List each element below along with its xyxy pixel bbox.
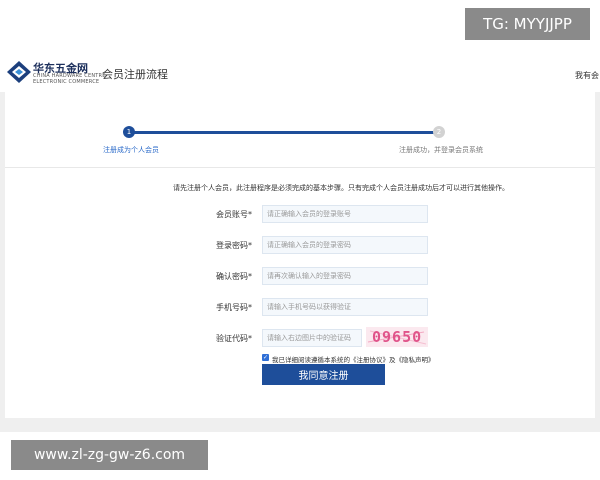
step-2-indicator: 2 xyxy=(433,126,445,138)
divider xyxy=(5,167,595,168)
watermark-bottom: www.zl-zg-gw-z6.com xyxy=(11,440,208,470)
page-title: 会员注册流程 xyxy=(102,68,168,81)
site-header: 华东五金网 CHINA HARDWARE CENTRE ELECTRONIC C… xyxy=(0,52,600,92)
logo-subtitle-line2: ELECTRONIC COMMERCE xyxy=(33,79,100,85)
phone-input[interactable] xyxy=(262,298,428,316)
site-logo-icon[interactable] xyxy=(6,60,32,84)
register-button[interactable]: 我同意注册 xyxy=(262,364,385,385)
captcha-image[interactable]: 09650 xyxy=(366,327,428,347)
progress-bar xyxy=(129,131,439,134)
step-2-label: 注册成功，并登录会员系统 xyxy=(399,146,483,154)
step-1-indicator: 1 xyxy=(123,126,135,138)
captcha-text: 09650 xyxy=(372,328,423,346)
phone-label: 手机号码* xyxy=(216,303,252,312)
agree-checkbox[interactable]: ✓ xyxy=(262,354,269,361)
step-1-label: 注册成为个人会员 xyxy=(103,146,159,154)
registration-notice: 请先注册个人会员，此注册程序是必须完成的基本步骤。只有完成个人会员注册成功后才可… xyxy=(173,184,509,192)
login-link[interactable]: 我有会 xyxy=(575,70,599,81)
account-label: 会员账号* xyxy=(216,210,252,219)
captcha-label: 验证代码* xyxy=(216,334,252,343)
confirm-password-label: 确认密码* xyxy=(216,272,252,281)
password-label: 登录密码* xyxy=(216,241,252,250)
captcha-input[interactable] xyxy=(262,329,362,347)
agree-text[interactable]: 我已详细阅读遵循本系统的《注册协议》及《隐私声明》 xyxy=(272,354,435,364)
confirm-password-input[interactable] xyxy=(262,267,428,285)
watermark-top: TG: MYYJJPP xyxy=(465,8,590,40)
account-input[interactable] xyxy=(262,205,428,223)
password-input[interactable] xyxy=(262,236,428,254)
